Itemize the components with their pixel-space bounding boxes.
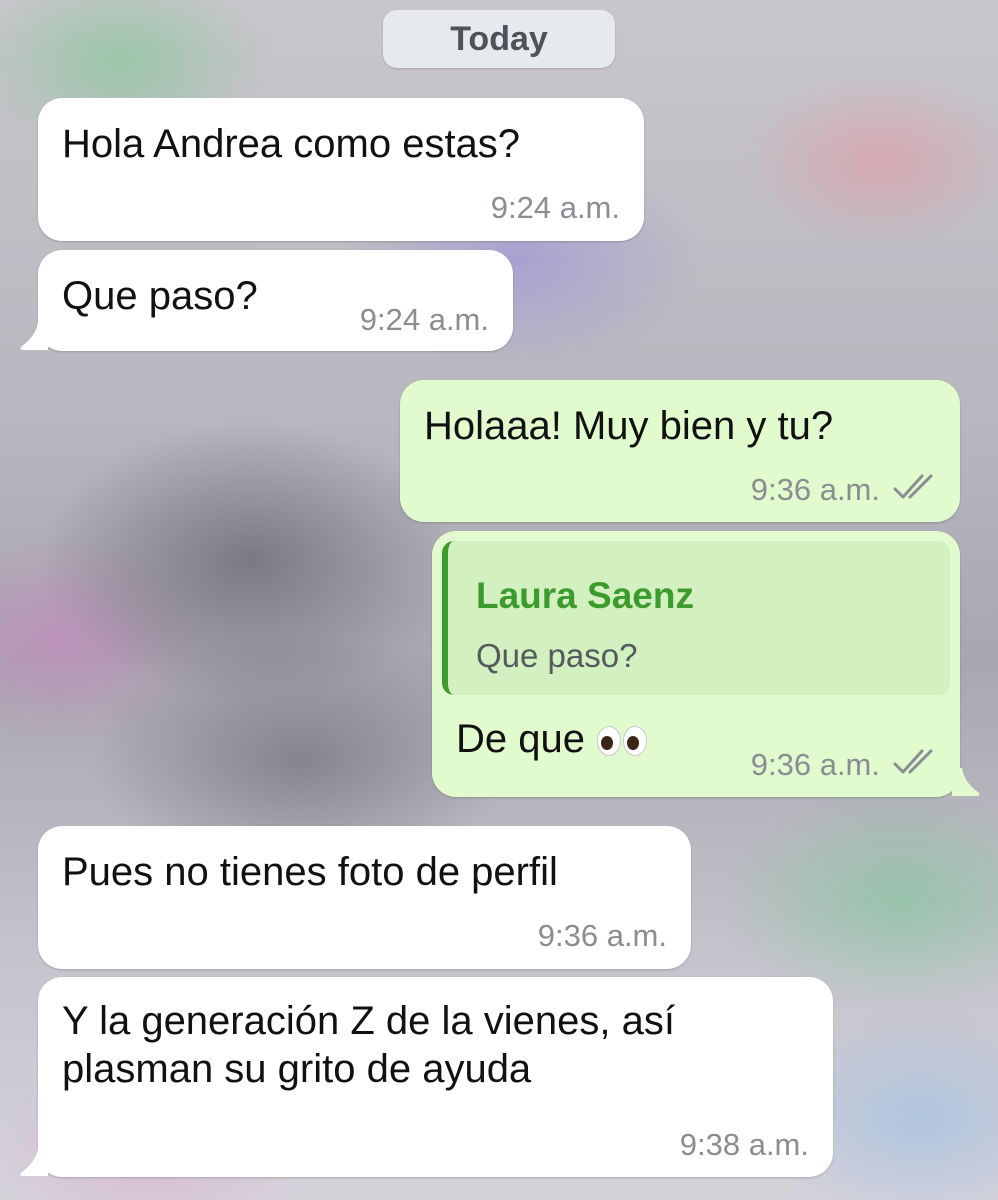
double-check-icon xyxy=(893,749,933,774)
message-timestamp: 9:38 a.m. xyxy=(679,1127,809,1162)
message-bubble-incoming[interactable]: Pues no tienes foto de perfil 9:36 a.m. xyxy=(38,826,691,969)
message-bubble-outgoing-reply[interactable]: Laura Saenz Que paso? De que 9:36 a.m. xyxy=(432,531,960,797)
bubble-tail xyxy=(20,1148,48,1176)
message-bubble-incoming[interactable]: Hola Andrea como estas? 9:24 a.m. xyxy=(38,98,644,241)
message-text: De que xyxy=(456,717,585,761)
message-timestamp: 9:36 a.m. xyxy=(537,918,667,953)
bubble-tail xyxy=(952,768,980,796)
eyes-emoji-icon xyxy=(595,724,649,758)
double-check-icon xyxy=(893,474,933,499)
message-timestamp: 9:36 a.m. xyxy=(750,747,880,782)
message-text: Hola Andrea como estas? xyxy=(62,122,521,166)
message-bubble-outgoing[interactable]: Holaaa! Muy bien y tu? 9:36 a.m. xyxy=(400,380,960,522)
message-text: Holaaa! Muy bien y tu? xyxy=(424,404,834,448)
date-separator: Today xyxy=(383,10,615,68)
quoted-text: Que paso? xyxy=(476,637,638,674)
message-timestamp: 9:24 a.m. xyxy=(359,302,489,337)
message-text: Que paso? xyxy=(62,274,258,318)
bubble-tail xyxy=(20,322,48,350)
message-text: Y la generación Z de la vienes, así plas… xyxy=(62,999,675,1091)
message-bubble-incoming[interactable]: Y la generación Z de la vienes, así plas… xyxy=(38,977,833,1177)
message-text: Pues no tienes foto de perfil xyxy=(62,850,558,894)
message-timestamp: 9:24 a.m. xyxy=(490,190,620,225)
message-timestamp: 9:36 a.m. xyxy=(750,472,880,507)
message-bubble-incoming[interactable]: Que paso? 9:24 a.m. xyxy=(38,250,513,351)
message-text-wrapper: De que xyxy=(456,715,649,763)
quoted-author: Laura Saenz xyxy=(476,575,694,616)
quoted-message[interactable]: Laura Saenz Que paso? xyxy=(442,541,950,695)
